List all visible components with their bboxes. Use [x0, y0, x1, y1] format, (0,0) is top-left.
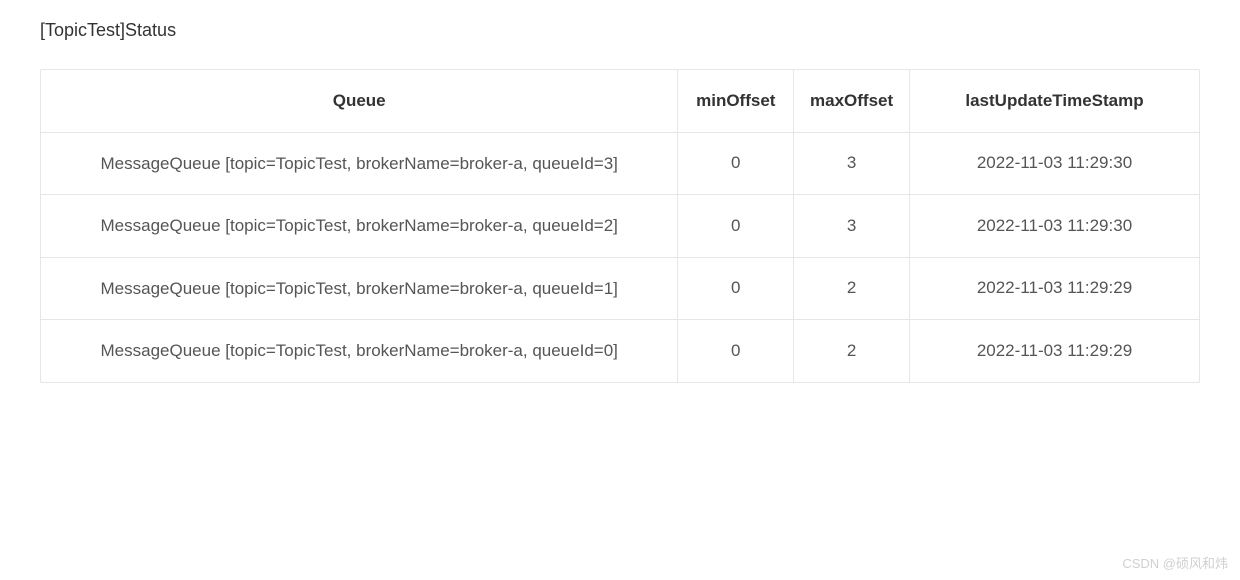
cell-lastupdate: 2022-11-03 11:29:29 [909, 257, 1199, 320]
table-row: MessageQueue [topic=TopicTest, brokerNam… [41, 132, 1199, 195]
cell-lastupdate: 2022-11-03 11:29:29 [909, 320, 1199, 382]
dialog-title: [TopicTest]Status [40, 20, 1200, 41]
cell-maxoffset: 2 [794, 320, 910, 382]
cell-minoffset: 0 [678, 195, 794, 258]
col-header-maxoffset: maxOffset [794, 70, 910, 132]
cell-queue: MessageQueue [topic=TopicTest, brokerNam… [41, 320, 678, 382]
cell-minoffset: 0 [678, 320, 794, 382]
cell-lastupdate: 2022-11-03 11:29:30 [909, 195, 1199, 258]
col-header-minoffset: minOffset [678, 70, 794, 132]
table-row: MessageQueue [topic=TopicTest, brokerNam… [41, 195, 1199, 258]
cell-queue: MessageQueue [topic=TopicTest, brokerNam… [41, 132, 678, 195]
cell-minoffset: 0 [678, 257, 794, 320]
cell-maxoffset: 3 [794, 132, 910, 195]
cell-maxoffset: 2 [794, 257, 910, 320]
table-row: MessageQueue [topic=TopicTest, brokerNam… [41, 257, 1199, 320]
col-header-queue: Queue [41, 70, 678, 132]
watermark-text: CSDN @硕风和炜 [1122, 553, 1228, 572]
cell-maxoffset: 3 [794, 195, 910, 258]
col-header-lastupdate: lastUpdateTimeStamp [909, 70, 1199, 132]
status-table-container: Queue minOffset maxOffset lastUpdateTime… [40, 69, 1200, 383]
table-header-row: Queue minOffset maxOffset lastUpdateTime… [41, 70, 1199, 132]
cell-lastupdate: 2022-11-03 11:29:30 [909, 132, 1199, 195]
cell-minoffset: 0 [678, 132, 794, 195]
cell-queue: MessageQueue [topic=TopicTest, brokerNam… [41, 195, 678, 258]
cell-queue: MessageQueue [topic=TopicTest, brokerNam… [41, 257, 678, 320]
status-table: Queue minOffset maxOffset lastUpdateTime… [41, 70, 1199, 382]
table-row: MessageQueue [topic=TopicTest, brokerNam… [41, 320, 1199, 382]
